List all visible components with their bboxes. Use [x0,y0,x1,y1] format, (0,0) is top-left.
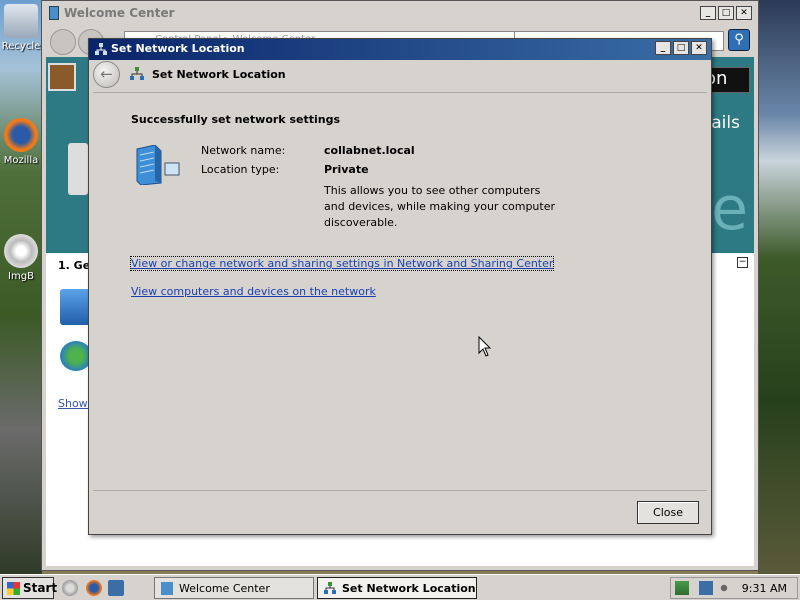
welcome-center-icon [49,6,59,20]
network-name-label: Network name: [201,144,286,157]
quicklaunch-firefox-icon[interactable] [86,580,102,596]
start-button[interactable]: Start [2,577,58,599]
clock[interactable]: 9:31 AM [742,582,787,595]
close-button[interactable]: ✕ [736,6,752,20]
quicklaunch-ie-icon[interactable] [62,580,78,596]
volume-icon[interactable] [717,581,731,595]
desktop-icon-label: Mozilla [3,155,39,166]
network-name-value: collabnet.local [324,144,415,157]
location-description: This allows you to see other computers a… [324,184,556,229]
window-controls: _ □ ✕ [700,6,752,20]
back-arrow-icon[interactable]: ← [93,61,120,88]
search-icon[interactable]: ⚲ [728,29,750,51]
security-shield-icon[interactable] [675,581,689,595]
back-button[interactable] [50,29,76,55]
view-computers-link[interactable]: View computers and devices on the networ… [131,285,376,298]
welcome-center-icon [161,582,173,595]
task-label: Welcome Center [179,582,270,595]
desktop-icon-recycle-bin[interactable]: Recycle [0,4,42,52]
system-tray: 9:31 AM [670,577,798,599]
window-title: Welcome Center [64,6,175,20]
network-sharing-center-link[interactable]: View or change network and sharing setti… [129,256,555,271]
network-icon [95,43,107,55]
firefox-icon [4,118,38,152]
dialog-window-controls: _ □ ✕ [655,41,707,55]
minimize-button[interactable]: _ [655,41,671,55]
dialog-header: ← Set Network Location [89,60,711,90]
dialog-content: Successfully set network settings Networ… [93,92,707,491]
imgburn-icon [4,234,38,268]
collapse-icon[interactable]: − [737,257,748,268]
taskbar: Start Welcome Center Set Network Locatio… [0,574,800,600]
location-type-label: Location type: [201,163,280,176]
close-dialog-button[interactable]: Close [637,501,699,524]
set-network-location-dialog: Set Network Location _ □ ✕ ← Set Network… [88,38,712,535]
close-button[interactable]: ✕ [691,41,707,55]
network-icon [130,67,144,80]
windows-logo-icon [7,582,20,595]
desktop-wallpaper-left [0,0,42,574]
network-building-icon [136,145,180,185]
start-label: Start [23,581,58,595]
task-label: Set Network Location [342,582,476,595]
recycle-bin-icon [4,4,38,38]
quicklaunch-show-desktop-icon[interactable] [108,580,124,596]
dialog-header-title: Set Network Location [152,68,286,81]
task-welcome-center[interactable]: Welcome Center [154,577,314,599]
task-set-network-location[interactable]: Set Network Location [317,577,477,599]
avatar [48,63,76,91]
success-message: Successfully set network settings [131,113,340,126]
minimize-button[interactable]: _ [700,6,716,20]
desktop-icon-label: Recycle [1,41,41,52]
banner-logo-letter: e [711,174,748,244]
network-icon [324,582,336,594]
desktop-wallpaper-right [758,0,800,574]
mouse-cursor-icon [478,336,492,357]
maximize-button[interactable]: □ [673,41,689,55]
dialog-title: Set Network Location [111,42,245,55]
desktop-icon-imgburn[interactable]: ImgB [0,234,42,282]
location-type-value: Private [324,163,369,176]
welcome-center-titlebar[interactable]: Welcome Center _ □ ✕ [42,1,758,25]
network-tray-icon[interactable] [699,581,713,595]
desktop-icon-mozilla[interactable]: Mozilla [0,118,42,166]
computer-icon [68,143,88,195]
desktop-icon-label: ImgB [8,271,34,282]
dialog-titlebar[interactable]: Set Network Location _ □ ✕ [89,39,711,60]
maximize-button[interactable]: □ [718,6,734,20]
